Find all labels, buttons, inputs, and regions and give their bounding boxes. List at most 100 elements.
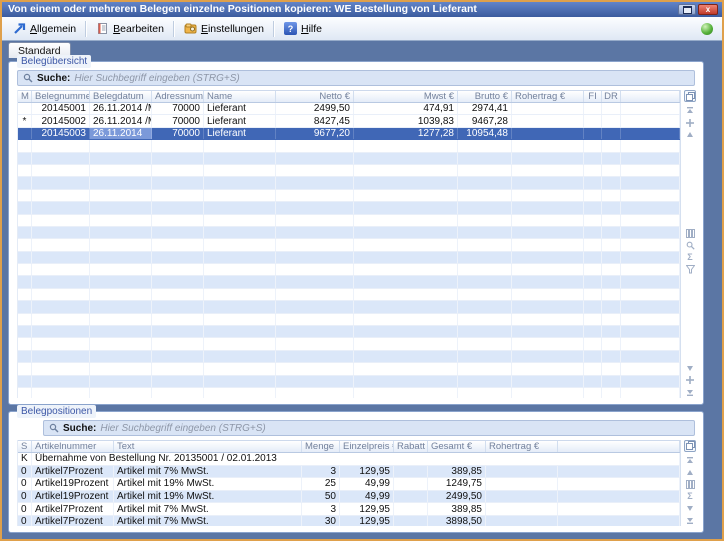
cell: Artikel19Prozent <box>32 491 114 503</box>
copy-icon[interactable] <box>684 440 696 452</box>
cell <box>32 202 90 213</box>
column-header-rohertrag-[interactable]: Rohertrag € <box>512 91 584 102</box>
column-header-mwst-[interactable]: Mwst € <box>354 91 458 102</box>
cell <box>512 153 584 164</box>
cell <box>584 376 602 387</box>
table-row[interactable]: 0Artikel7ProzentArtikel mit 7% MwSt.3129… <box>18 503 680 516</box>
column-header-artikelnummer[interactable]: Artikelnummer <box>32 441 114 452</box>
scroll-to-top-icon[interactable] <box>685 456 695 466</box>
column-header-filler <box>621 91 680 102</box>
cell: 129,95 <box>340 503 394 515</box>
table-row[interactable]: 0Artikel19ProzentArtikel mit 19% MwSt.50… <box>18 491 680 504</box>
row-down-icon[interactable] <box>685 503 695 513</box>
table-row[interactable]: 0Artikel19ProzentArtikel mit 19% MwSt.25… <box>18 478 680 491</box>
cell <box>354 314 458 325</box>
toolbar-button-hilfe[interactable]: ?Hilfe <box>278 20 328 37</box>
copy-icon[interactable] <box>684 90 696 102</box>
cell <box>602 326 621 337</box>
column-header-gesamt-[interactable]: Gesamt € <box>428 441 486 452</box>
table-row[interactable]: 2014500126.11.2014 /M70000Lieferant2499,… <box>18 103 680 115</box>
column-header-belegnumme[interactable]: Belegnumme <box>32 91 90 102</box>
cell <box>276 190 354 201</box>
table-row[interactable]: 0Artikel7ProzentArtikel mit 7% MwSt.3012… <box>18 516 680 526</box>
filter-icon[interactable] <box>685 265 695 275</box>
row-up-icon[interactable] <box>685 130 695 140</box>
cell <box>90 264 152 275</box>
sum-icon[interactable]: Σ <box>685 491 695 501</box>
cell <box>18 326 32 337</box>
empty-row <box>18 363 680 375</box>
column-header-rohertrag-[interactable]: Rohertrag € <box>486 441 558 452</box>
cell <box>152 338 204 349</box>
column-header-menge[interactable]: Menge <box>302 441 340 452</box>
page-down-icon[interactable] <box>685 375 695 385</box>
column-header-einzelpreis-[interactable]: Einzelpreis € <box>340 441 394 452</box>
table-row[interactable]: 2014500326.11.201470000Lieferant9677,201… <box>18 128 680 140</box>
cell: 20145003 <box>32 128 90 139</box>
column-header-adressnumm[interactable]: Adressnumm <box>152 91 204 102</box>
scroll-to-bottom-icon[interactable] <box>685 387 695 397</box>
page-up-icon[interactable] <box>685 118 695 128</box>
cell <box>621 252 680 263</box>
cell: 20145002 <box>32 115 90 126</box>
cell <box>584 363 602 374</box>
status-orb-icon[interactable] <box>701 23 713 35</box>
cell <box>584 103 602 114</box>
scroll-to-bottom-icon[interactable] <box>685 515 695 525</box>
cell: Übernahme von Bestellung Nr. 20135001 / … <box>32 453 680 465</box>
column-chooser-icon[interactable] <box>685 480 695 490</box>
zoom-icon[interactable] <box>685 241 695 251</box>
column-header-s[interactable]: S <box>18 441 32 452</box>
toolbar-button-einstellungen[interactable]: Einstellungen <box>178 20 270 37</box>
column-header-brutto-[interactable]: Brutto € <box>458 91 512 102</box>
toolbar-button-bearbeiten[interactable]: Bearbeiten <box>90 20 170 37</box>
cell <box>204 301 276 312</box>
cell <box>354 276 458 287</box>
toolbar-separator <box>85 21 87 37</box>
cell <box>276 276 354 287</box>
cell: 3 <box>302 503 340 515</box>
column-header-filler <box>558 441 680 452</box>
column-header-text[interactable]: Text <box>114 441 302 452</box>
cell <box>354 239 458 250</box>
column-header-belegdatum[interactable]: Belegdatum <box>90 91 152 102</box>
cell <box>458 264 512 275</box>
overview-search-input[interactable]: Suche: Hier Suchbegriff eingeben (STRG+S… <box>17 70 695 86</box>
cell <box>32 376 90 387</box>
cell <box>602 376 621 387</box>
cell <box>204 376 276 387</box>
column-header-netto-[interactable]: Netto € <box>276 91 354 102</box>
table-row[interactable]: KÜbernahme von Bestellung Nr. 20135001 /… <box>18 453 680 466</box>
arrow-up-right-icon <box>13 22 26 35</box>
search-icon <box>23 73 33 83</box>
positions-search-input[interactable]: Suche: Hier Suchbegriff eingeben (STRG+S… <box>43 420 695 436</box>
positions-groupbox: Belegpositionen Suche: Hier Suchbegriff … <box>8 411 704 533</box>
cell <box>90 202 152 213</box>
column-header-m[interactable]: M <box>18 91 32 102</box>
cell <box>276 140 354 151</box>
row-up-icon[interactable] <box>685 468 695 478</box>
cell: 2974,41 <box>458 103 512 114</box>
restore-button[interactable] <box>678 4 696 15</box>
scroll-to-top-icon[interactable] <box>685 106 695 116</box>
cell <box>152 376 204 387</box>
cell: 2499,50 <box>428 491 486 503</box>
row-down-icon[interactable] <box>685 363 695 373</box>
cell: 20145001 <box>32 103 90 114</box>
cell <box>354 264 458 275</box>
cell <box>621 376 680 387</box>
column-chooser-icon[interactable] <box>685 229 695 239</box>
close-button[interactable]: x <box>698 4 718 15</box>
cell <box>204 276 276 287</box>
cell <box>18 239 32 250</box>
column-header-name[interactable]: Name <box>204 91 276 102</box>
column-header-fi[interactable]: FI <box>584 91 602 102</box>
sum-icon[interactable]: Σ <box>685 253 695 263</box>
cell <box>90 388 152 398</box>
table-row[interactable]: 0Artikel7ProzentArtikel mit 7% MwSt.3129… <box>18 466 680 479</box>
column-header-dr[interactable]: DR <box>602 91 621 102</box>
column-header-rabatt-[interactable]: Rabatt % <box>394 441 428 452</box>
table-row[interactable]: *2014500226.11.2014 /M70000Lieferant8427… <box>18 115 680 127</box>
cell: 2499,50 <box>276 103 354 114</box>
toolbar-button-allgemein[interactable]: Allgemein <box>7 20 82 37</box>
